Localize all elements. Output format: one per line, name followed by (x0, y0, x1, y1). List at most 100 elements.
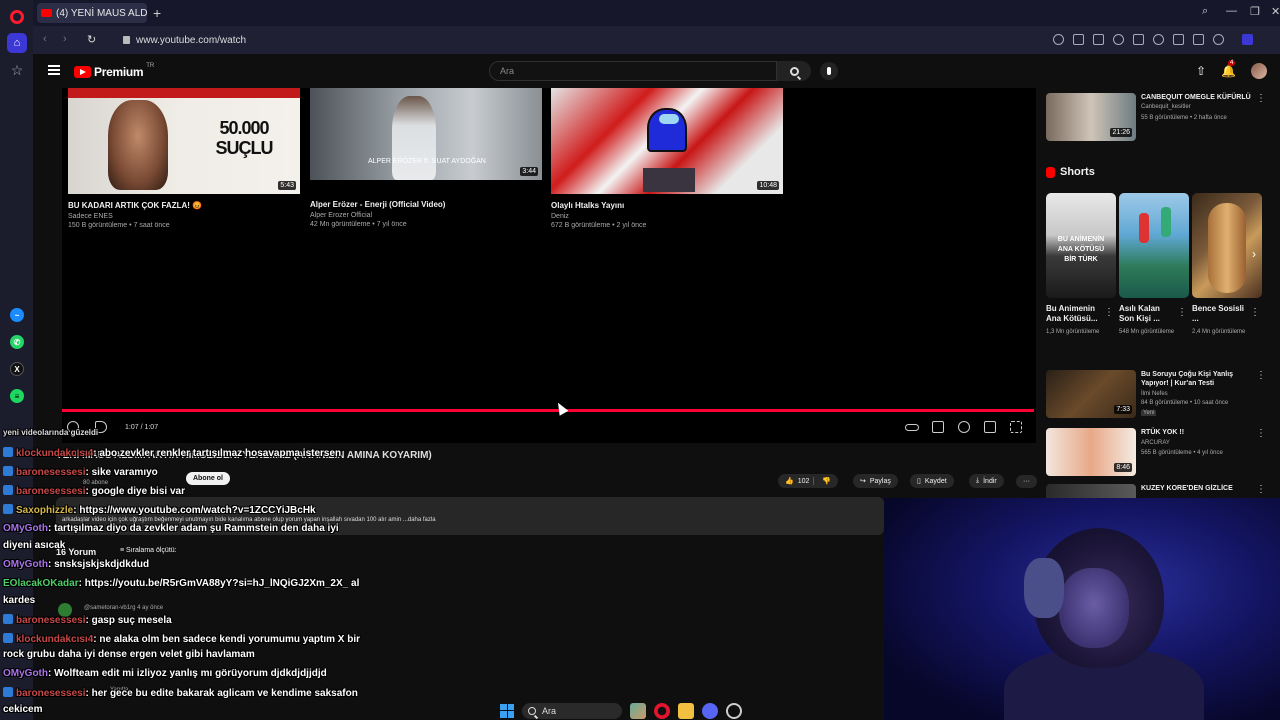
windows-start-icon[interactable] (500, 703, 514, 718)
share-button[interactable]: ↪ Paylaş (853, 473, 898, 489)
forward-button[interactable]: › (63, 33, 67, 45)
url-text: www.youtube.com/watch (136, 34, 247, 46)
star-icon[interactable]: ☆ (7, 60, 27, 80)
search-icon (789, 66, 799, 76)
short-item[interactable]: BU ANİMENİN ANA KÖTÜSÜ BİR TÜRK Bu Anime… (1046, 193, 1116, 336)
logo-region: TR (146, 63, 155, 69)
home-icon[interactable]: ⌂ (7, 33, 27, 53)
recommended-thumbnail (1046, 484, 1136, 498)
hamburger-menu-icon[interactable] (48, 65, 60, 75)
player-icon[interactable] (1133, 34, 1144, 45)
chat-badge-icon (3, 504, 13, 514)
opera-logo-icon[interactable] (10, 10, 24, 24)
player-controls: 1:07 / 1:07 (62, 421, 1034, 437)
maximize-button[interactable]: ❐ (1250, 5, 1260, 18)
more-options-icon[interactable]: ⋮ (1256, 484, 1266, 495)
recommended-video[interactable]: KUZEY KORE'DEN GİZLİCE ⋮ (1046, 484, 1266, 498)
youtube-logo[interactable]: Premium TR (74, 63, 155, 79)
bookmark-icon: ▯ (917, 478, 921, 485)
discord-icon[interactable] (702, 702, 718, 719)
like-button[interactable]: 👍 102 👎 (778, 474, 839, 488)
voice-search-button[interactable] (820, 62, 838, 80)
chat-line: baronesessesi: gasp suç mesela (3, 614, 172, 626)
search-button[interactable] (777, 61, 811, 81)
notifications-bell-icon[interactable]: 🔔 (1221, 64, 1236, 78)
new-tab-button[interactable]: + (153, 5, 161, 21)
reload-button[interactable]: ↻ (87, 33, 96, 46)
subtitles-icon[interactable] (932, 421, 944, 433)
short-title: Bu Animenin Ana Kötüsü... (1046, 304, 1098, 323)
back-button[interactable]: ‹ (43, 33, 47, 45)
headset (1024, 558, 1064, 618)
fullscreen-icon[interactable] (1010, 421, 1022, 433)
vpn-icon[interactable] (1113, 34, 1124, 45)
recommended-video[interactable]: 7:33 Bu Soruyu Çoğu Kişi Yanlış Yapıyor!… (1046, 370, 1266, 420)
taskbar-search[interactable]: Ara (522, 702, 622, 719)
chat-line: OMyGoth: tartışılmaz diyo da zevkler ada… (3, 523, 339, 534)
messenger-icon[interactable]: ~ (7, 305, 27, 325)
minimize-button[interactable]: — (1226, 5, 1237, 17)
search-input[interactable]: Ara (489, 61, 777, 81)
more-options-icon[interactable]: ⋮ (1256, 428, 1266, 439)
theater-mode-icon[interactable] (984, 421, 996, 433)
endscreen-card[interactable]: 10:48 Olaylı Htalks Yayını Deniz 672 B g… (551, 88, 783, 229)
video-player[interactable]: 50.000 SUÇLU 5:43 BU KADARI ARTIK ÇOK FA… (62, 88, 1036, 443)
short-item[interactable]: Asılı Kalan Son Kişi ... 548 Mn görüntül… (1119, 193, 1189, 336)
more-options-icon[interactable]: ⋮ (1177, 307, 1187, 318)
camera-icon[interactable] (1093, 34, 1104, 45)
logo-text: Premium (94, 65, 144, 79)
settings-gear-icon[interactable] (958, 421, 970, 433)
endscreen-channel: Deniz (551, 213, 569, 220)
short-item[interactable]: Bence Sosisli ... 2,4 Mn görüntüleme ⋮ (1192, 193, 1262, 336)
recommended-video[interactable]: 21:26 CANBEQUIT OMEGLE KÜFÜRLÜ Canbequit… (1046, 93, 1266, 143)
app-icon[interactable] (726, 702, 742, 719)
save-button[interactable]: ▯ Kaydet (910, 473, 954, 489)
profile-icon[interactable] (1213, 34, 1224, 45)
widget-app-icon[interactable] (630, 702, 646, 719)
more-options-icon[interactable]: ⋮ (1256, 93, 1266, 104)
download-button[interactable]: ⤓ İndir (969, 473, 1004, 489)
search-icon[interactable] (1053, 34, 1064, 45)
more-options-icon[interactable]: ⋮ (1250, 307, 1260, 318)
endscreen-title: Olaylı Htalks Yayını (551, 201, 625, 210)
recommended-thumbnail: 8:46 (1046, 428, 1136, 476)
x-icon[interactable]: X (7, 359, 27, 379)
url-field[interactable]: www.youtube.com/watch (123, 32, 246, 48)
shorts-next-arrow-icon[interactable]: › (1252, 247, 1256, 261)
like-count: 102 (797, 477, 810, 485)
download-icon[interactable] (1173, 34, 1184, 45)
endscreen-card[interactable]: 50.000 SUÇLU 5:43 BU KADARI ARTIK ÇOK FA… (68, 88, 300, 229)
more-options-icon[interactable]: ⋮ (1104, 307, 1114, 318)
progress-bar[interactable] (62, 409, 1034, 412)
more-actions-button[interactable]: ··· (1016, 473, 1037, 489)
sort-button[interactable]: ≡ Sıralama ölçütü: (120, 547, 177, 554)
endscreen-card[interactable]: ALPER ERÖZER ft. SUAT AYDOĞAN 3:44 Alper… (310, 88, 542, 228)
search-tabs-icon[interactable]: ⌕ (1202, 5, 1208, 18)
avatar[interactable] (1251, 63, 1267, 79)
chat-text: : abo zevkler renkler tartışılmaz hosava… (93, 448, 342, 459)
duration-badge: 5:43 (278, 181, 296, 190)
file-explorer-icon[interactable] (678, 702, 694, 719)
download-icon: ⤓ (976, 477, 980, 484)
comment-author[interactable]: @sametoran-vb1rg 4 ay önce (84, 605, 163, 611)
spotify-icon[interactable]: ≡ (7, 386, 27, 406)
upload-icon[interactable]: ⇧ (1196, 64, 1206, 78)
autoplay-toggle[interactable] (905, 424, 919, 431)
opera-app-icon[interactable] (654, 702, 670, 719)
chat-text: rock grubu daha iyi dense ergen velet gi… (3, 649, 255, 660)
subscribe-button[interactable]: Abone ol (186, 472, 230, 485)
duration-badge: 3:44 (520, 167, 538, 176)
duration-badge: 21:26 (1110, 128, 1132, 137)
thumbs-down-icon[interactable]: 👎 (813, 477, 831, 485)
recommended-video[interactable]: 8:46 RTÜK YOK !! ARCURAY 565 B görüntüle… (1046, 428, 1266, 478)
heart-icon[interactable] (1153, 34, 1164, 45)
chat-text: diyeni asıcak (3, 540, 66, 551)
close-window-button[interactable]: ✕ (1271, 5, 1280, 18)
menu-icon[interactable] (1193, 34, 1204, 45)
edit-icon[interactable] (1073, 34, 1084, 45)
extensions-icon[interactable] (1242, 34, 1253, 45)
youtube-header: Premium TR Ara ⇧ 🔔 4 (33, 54, 1280, 88)
whatsapp-icon[interactable]: ✆ (7, 332, 27, 352)
more-options-icon[interactable]: ⋮ (1256, 370, 1266, 381)
browser-tab[interactable]: (4) YENİ MAUS ALDIM AR (37, 3, 147, 23)
